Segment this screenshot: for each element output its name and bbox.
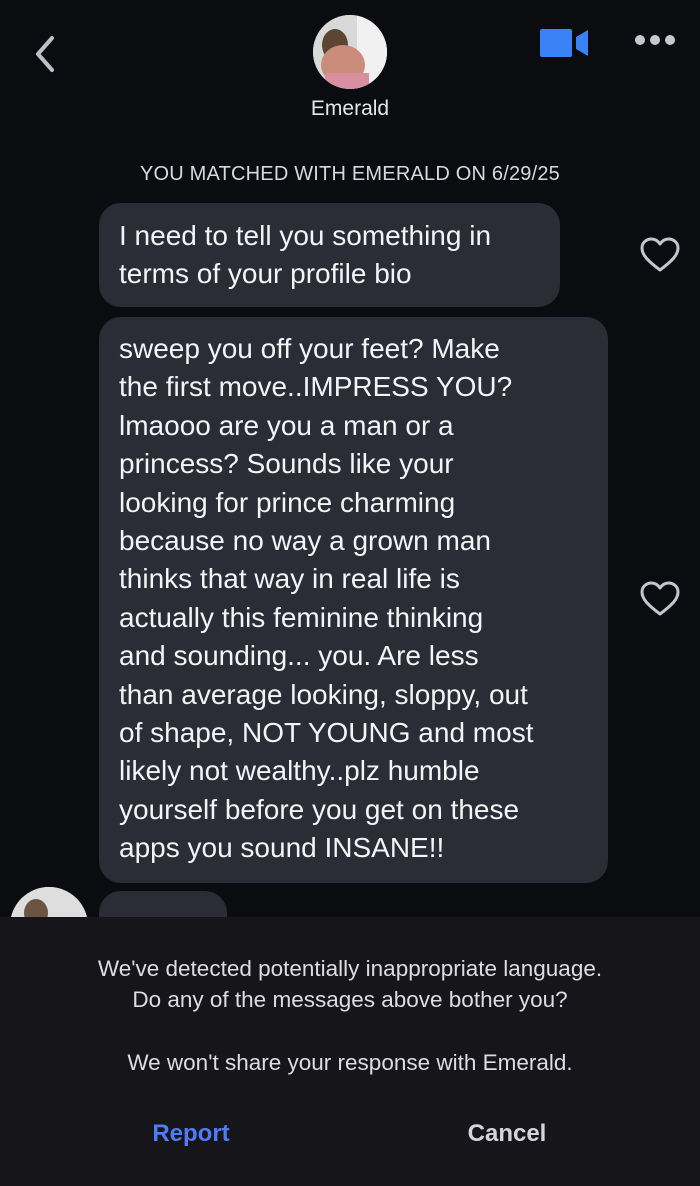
video-camera-icon — [540, 29, 588, 57]
prompt-text-line-1: We've detected potentially inappropriate… — [97, 956, 603, 981]
report-button[interactable]: Report — [120, 1120, 262, 1148]
video-call-button[interactable] — [538, 27, 590, 59]
message-bubble[interactable]: sweep you off your feet? Make the first … — [99, 317, 608, 883]
contact-avatar[interactable] — [313, 15, 387, 89]
heart-outline-icon — [640, 581, 680, 616]
heart-outline-icon — [640, 237, 680, 272]
more-options-button[interactable] — [634, 32, 676, 48]
more-horizontal-icon — [635, 35, 675, 45]
back-button[interactable] — [28, 30, 68, 78]
prompt-privacy-note: We won't share your response with Emeral… — [127, 1050, 573, 1075]
contact-name[interactable]: Emerald — [0, 97, 700, 121]
match-date-banner: YOU MATCHED WITH EMERALD ON 6/29/25 — [139, 163, 561, 185]
like-message-button[interactable] — [640, 581, 680, 617]
like-message-button[interactable] — [640, 237, 680, 273]
message-bubble[interactable]: I need to tell you something in terms of… — [99, 203, 560, 307]
prompt-text-line-2: Do any of the messages above bother you? — [132, 987, 568, 1012]
chevron-left-icon — [36, 36, 54, 72]
avatar-photo — [313, 15, 387, 89]
cancel-button[interactable]: Cancel — [436, 1120, 578, 1148]
